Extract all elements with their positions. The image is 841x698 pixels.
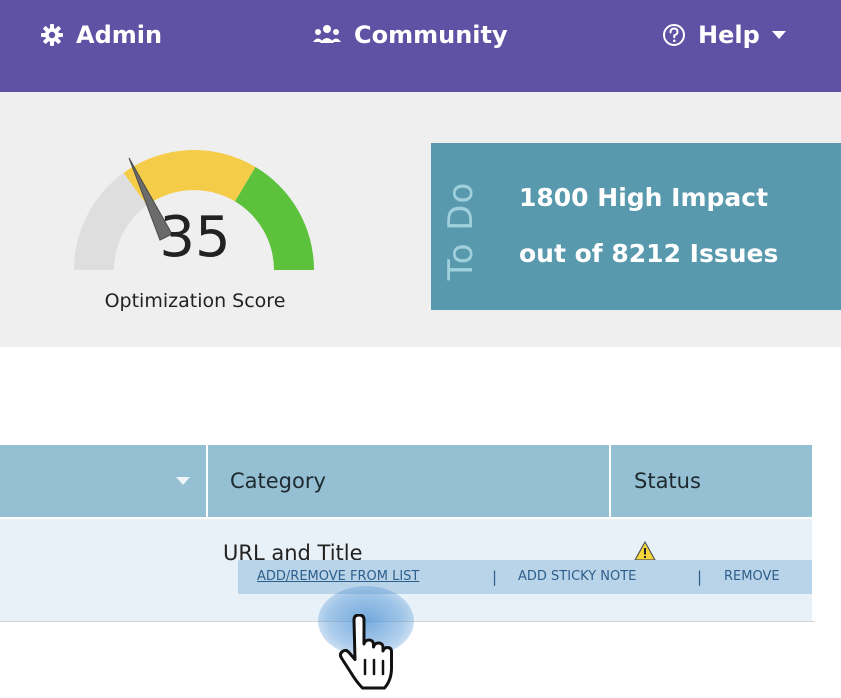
remove-link[interactable]: REMOVE <box>724 560 780 594</box>
todo-vertical-label: To Do <box>431 143 491 310</box>
score-label: Optimization Score <box>104 290 286 312</box>
table-header: Category Status <box>0 445 812 517</box>
row-actions-bar: ADD/REMOVE FROM LIST | ADD STICKY NOTE |… <box>238 560 812 594</box>
column-divider <box>206 445 208 517</box>
top-nav-bar: Admin Community Help <box>0 0 841 92</box>
action-separator: | <box>697 568 703 586</box>
nav-help[interactable]: Help <box>662 0 786 70</box>
nav-community-label: Community <box>354 21 508 49</box>
todo-total-issues: out of 8212 Issues <box>519 239 779 268</box>
sort-caret-icon[interactable] <box>176 477 190 485</box>
todo-panel[interactable]: To Do 1800 High Impact out of 8212 Issue… <box>431 143 841 310</box>
add-remove-from-list-link[interactable]: ADD/REMOVE FROM LIST <box>257 560 419 594</box>
column-header-category[interactable]: Category <box>230 445 326 517</box>
help-circle-icon <box>662 23 686 47</box>
hand-pointer-icon <box>336 613 398 698</box>
nav-admin[interactable]: Admin <box>40 0 162 70</box>
caret-down-icon <box>771 30 786 40</box>
nav-help-label: Help <box>698 21 760 49</box>
column-divider <box>609 445 611 517</box>
community-icon <box>312 23 342 47</box>
todo-high-impact: 1800 High Impact <box>519 183 769 212</box>
score-value: 35 <box>159 205 231 270</box>
nav-community[interactable]: Community <box>312 0 508 70</box>
add-sticky-note-link[interactable]: ADD STICKY NOTE <box>518 560 636 594</box>
todo-vertical-text: To Do <box>441 181 481 281</box>
action-separator: | <box>492 568 498 586</box>
gear-icon <box>40 23 64 47</box>
column-header-status[interactable]: Status <box>634 445 701 517</box>
nav-admin-label: Admin <box>76 21 163 49</box>
